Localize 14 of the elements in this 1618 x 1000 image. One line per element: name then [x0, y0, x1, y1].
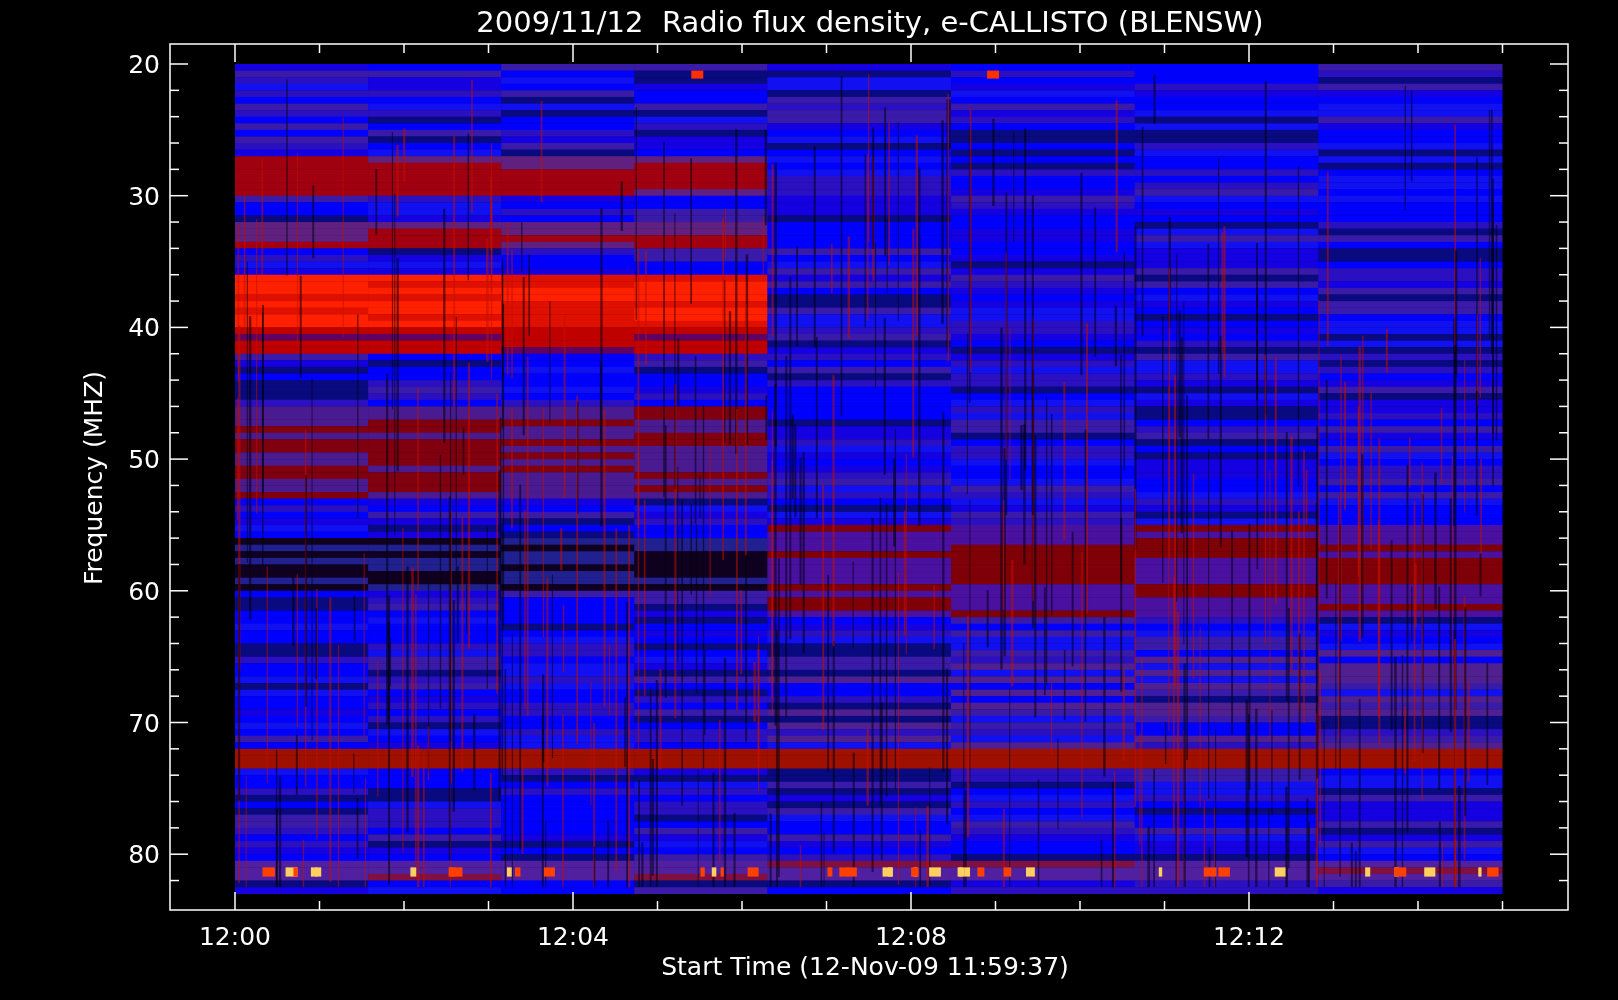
y-tick-label: 70	[128, 708, 160, 738]
x-tick-label: 12:12	[1213, 922, 1285, 951]
y-axis-label: Frequency (MHZ)	[79, 370, 108, 586]
y-tick-label: 80	[128, 840, 160, 870]
y-tick-label: 20	[128, 50, 160, 79]
x-tick-label: 12:00	[199, 922, 271, 951]
plot-title: 2009/11/12 Radio flux density, e-CALLISTO (BLENSW)	[476, 5, 1264, 39]
y-tick-label: 60	[128, 576, 160, 606]
y-tick-label: 40	[128, 313, 160, 343]
y-tick-label: 50	[128, 445, 160, 475]
x-axis-label: Start Time (12-Nov-09 11:59:37)	[661, 952, 1069, 981]
x-tick-label: 12:08	[875, 922, 947, 951]
x-tick-label: 12:04	[537, 922, 609, 951]
y-tick-label: 30	[128, 181, 160, 211]
